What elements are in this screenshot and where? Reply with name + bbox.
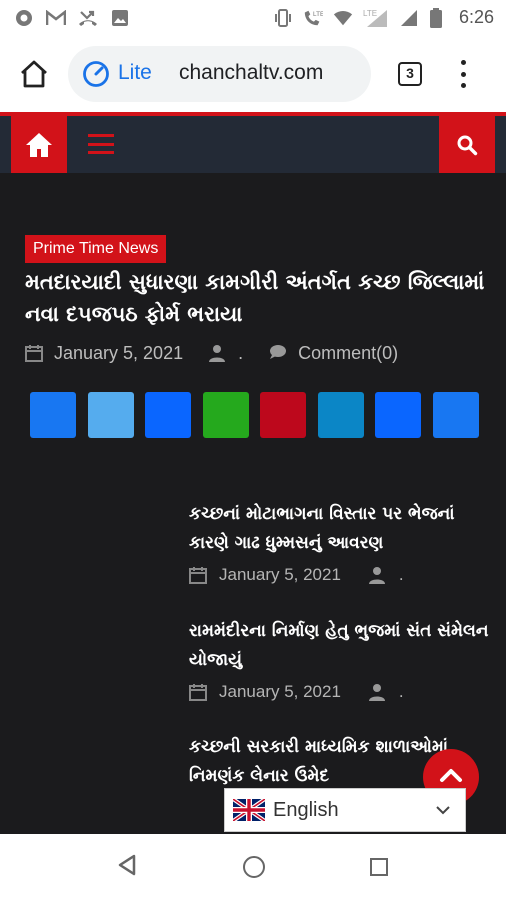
author-name[interactable]: . (238, 343, 243, 364)
linkedin-share-icon[interactable] (317, 392, 364, 438)
post-title[interactable]: કચ્છનાં મોટાભાગના વિસ્તાર પર ભેજનાં કારણ… (189, 500, 489, 558)
system-navigation-bar (0, 834, 506, 900)
lte-call-icon: LTE (303, 8, 323, 28)
chrome-app-icon (14, 8, 34, 28)
pinterest-share-icon[interactable] (260, 392, 306, 438)
messenger-share-icon[interactable] (145, 392, 191, 438)
user-icon (368, 683, 387, 701)
language-label[interactable]: English (273, 799, 339, 822)
share-buttons (30, 392, 479, 438)
gallery-icon (110, 8, 130, 28)
telegram-share-icon[interactable] (375, 392, 421, 438)
site-navbar (0, 116, 506, 173)
featured-comments[interactable]: Comment(0) (269, 343, 398, 364)
site-search-icon[interactable] (439, 116, 495, 173)
uk-flag-icon (231, 797, 267, 823)
category-badge[interactable]: Prime Time News (25, 235, 167, 263)
svg-text:LTE: LTE (363, 9, 377, 18)
gmail-icon (46, 8, 66, 28)
comment-icon (269, 344, 287, 362)
calendar-icon (189, 683, 207, 701)
svg-text:LTE: LTE (313, 11, 323, 18)
browser-menu-icon[interactable] (458, 60, 468, 88)
calendar-icon (189, 566, 207, 584)
list-item[interactable]: કચ્છનાં મોટાભાગના વિસ્તાર પર ભેજનાં કારણ… (189, 500, 489, 585)
recents-square-icon[interactable] (370, 858, 388, 876)
list-item[interactable]: રામમંદીરના નિર્માણ હેતુ ભુજમાં સંત સંમેલ… (189, 617, 489, 702)
web-page: Prime Time News મતદારયાદી સુધારણા કામગીર… (0, 112, 506, 834)
post-meta: January 5, 2021 . (189, 682, 489, 702)
language-selector[interactable]: English (224, 788, 466, 832)
calendar-icon (25, 344, 43, 362)
chevron-up-icon (439, 767, 463, 788)
missed-call-icon (78, 8, 98, 28)
user-icon (209, 344, 227, 362)
signal-lte-icon: LTE (363, 8, 389, 28)
browser-home-icon[interactable] (18, 58, 50, 90)
post-author[interactable]: . (399, 682, 404, 702)
post-author[interactable]: . (399, 565, 404, 585)
user-icon (368, 566, 387, 584)
email-share-icon[interactable] (432, 392, 479, 438)
post-meta: January 5, 2021 . (189, 565, 489, 585)
tab-switcher-button[interactable]: 3 (398, 62, 422, 86)
hamburger-menu-icon[interactable] (88, 134, 114, 154)
post-title[interactable]: રામમંદીરના નિર્માણ હેતુ ભુજમાં સંત સંમેલ… (189, 617, 489, 675)
battery-icon (429, 7, 443, 28)
vibrate-icon (273, 8, 293, 28)
facebook-share-icon[interactable] (30, 392, 76, 438)
browser-toolbar: Lite chanchaltv.com 3 (0, 36, 506, 112)
chevron-down-icon[interactable] (435, 803, 451, 815)
featured-author[interactable]: . (209, 343, 243, 364)
post-date: January 5, 2021 (219, 565, 341, 584)
clock: 6:26 (458, 7, 494, 27)
featured-headline[interactable]: મતદારયાદી સુધારણા કામગીરી અંતર્ગત કચ્છ જ… (25, 266, 485, 330)
home-circle-icon[interactable] (243, 856, 265, 878)
back-triangle-icon[interactable] (117, 854, 137, 881)
site-home-icon[interactable] (11, 116, 67, 173)
status-bar: LTE LTE 6:26 (0, 0, 506, 36)
address-bar[interactable]: Lite chanchaltv.com (68, 46, 371, 102)
comment-count[interactable]: Comment(0) (298, 343, 398, 364)
featured-date: January 5, 2021 (54, 342, 184, 363)
lite-mode-label[interactable]: Lite (118, 61, 152, 85)
twitter-share-icon[interactable] (87, 392, 134, 438)
notification-icons (14, 8, 130, 28)
lite-mode-icon[interactable] (82, 60, 110, 88)
url-text[interactable]: chanchaltv.com (179, 61, 323, 85)
featured-meta: January 5, 2021 . Comment(0) (25, 340, 398, 366)
system-icons: LTE LTE 6:26 (273, 7, 494, 28)
whatsapp-share-icon[interactable] (202, 392, 249, 438)
signal-icon (399, 8, 419, 28)
post-date: January 5, 2021 (219, 682, 341, 701)
wifi-icon (333, 8, 353, 28)
